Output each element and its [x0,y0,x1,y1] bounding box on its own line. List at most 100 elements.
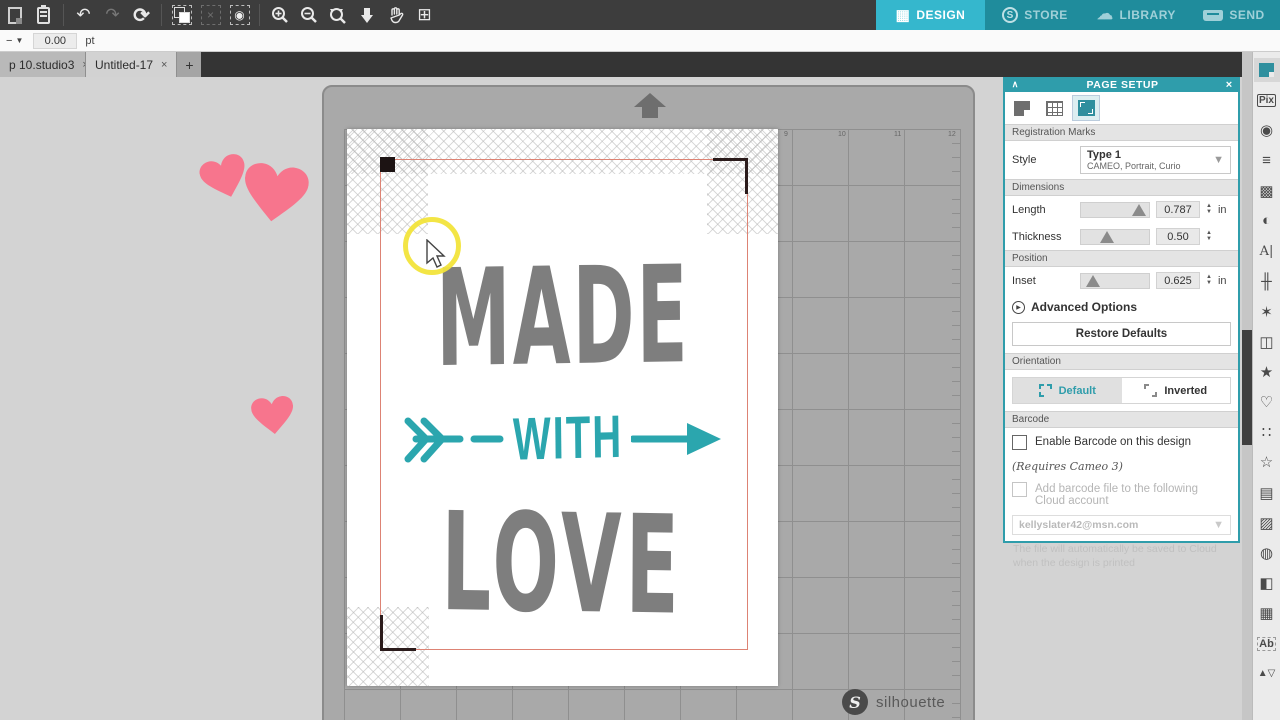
tab-library[interactable]: ☁↓ LIBRARY [1085,0,1188,30]
slider-thumb[interactable] [1132,204,1146,216]
new-tab-button[interactable]: + [177,52,201,77]
zoom-out-icon[interactable] [295,2,322,28]
close-panel-icon[interactable]: × [1220,79,1238,91]
rhinestone-icon: ◍ [1260,544,1273,562]
contrast-icon: ◐ [1262,212,1271,229]
orientation-inverted-button[interactable]: Inverted [1122,378,1231,403]
design-grid-icon: ▦ [896,8,911,23]
page-setup-tool[interactable] [1254,58,1280,82]
new-document-icon[interactable] [1,2,28,28]
refresh-icon[interactable]: ⟳ [128,2,155,28]
slider-thumb[interactable] [1086,275,1100,287]
pan-hand-icon[interactable] [382,2,409,28]
stipple-tool[interactable]: ∷ [1254,420,1280,444]
drag-zoom-icon[interactable] [324,2,351,28]
document-tab-untitled[interactable]: Untitled-17 × [86,52,177,77]
style-row: Style Type 1 CAMEO, Portrait, Curio ▼ [1005,141,1238,179]
line-style-icon: ≡ [1262,152,1271,169]
arrow-head-icon[interactable] [631,419,723,459]
clipboard-icon[interactable] [30,2,57,28]
text-style-tool[interactable]: A| [1254,239,1280,263]
warp-tool[interactable]: ▦ [1254,601,1280,625]
inset-slider[interactable] [1080,273,1150,289]
thickness-stepper[interactable]: ▲▼ [1206,231,1212,242]
style-dropdown[interactable]: Type 1 CAMEO, Portrait, Curio ▼ [1080,146,1231,174]
tab-send[interactable]: SEND [1188,0,1280,30]
offset-tool[interactable]: ★ [1254,360,1280,384]
scrollbar-thumb[interactable] [1242,330,1252,445]
inset-stepper[interactable]: ▲▼ [1206,275,1212,286]
weld-tool[interactable]: ▤ [1254,481,1280,505]
thickness-row: Thickness 0.50 ▲▼ [1005,223,1238,250]
line-style-dropdown[interactable]: − ▼ [6,35,23,47]
heart-shape-small-2[interactable] [250,395,296,437]
redo-icon: ↷ [99,2,126,28]
zoom-selection-icon[interactable] [353,2,380,28]
thickness-slider[interactable] [1080,229,1150,245]
requires-cameo-note: (Requires Cameo 3) [1005,454,1238,475]
transform-tool[interactable]: ╫ [1254,269,1280,293]
line-style-tool[interactable]: ≡ [1254,149,1280,173]
select-by-color-icon[interactable]: ◉ [226,2,253,28]
zoom-in-icon[interactable] [266,2,293,28]
fill-color-tool[interactable]: ◉ [1254,118,1280,142]
replicate-tool[interactable]: ◫ [1254,330,1280,354]
inset-input[interactable]: 0.625 [1156,272,1200,289]
trace-tool[interactable]: ♡ [1254,390,1280,414]
design-text-love[interactable]: LOVE [351,482,774,646]
cloud-save-note: The file will automatically be saved to … [1005,539,1238,574]
nesting-tool[interactable]: ▲▽ [1254,662,1280,686]
deselect-icon: × [197,2,224,28]
length-stepper[interactable]: ▲▼ [1206,204,1212,215]
mat-direction-arrow-icon [629,93,671,119]
tab-store[interactable]: S STORE [985,0,1085,30]
enable-barcode-checkbox[interactable] [1012,435,1027,450]
vertical-scrollbar[interactable] [1242,52,1252,720]
close-icon[interactable]: × [161,59,167,71]
registration-marks-tab[interactable] [1073,96,1099,120]
length-row: Length 0.787 ▲▼ in [1005,196,1238,223]
rhinestone-tool[interactable]: ◍ [1254,541,1280,565]
page-settings-tab[interactable] [1009,96,1035,120]
collapse-panel-icon[interactable]: ∧ [1005,79,1025,90]
tab-design[interactable]: ▦ DESIGN [876,0,985,30]
pixscan-tool[interactable]: Pix [1254,88,1280,112]
tab-store-label: STORE [1024,8,1068,22]
arrow-fletching-icon[interactable] [402,413,506,465]
tool-sidebar: Pix ◉ ≡ ▩ ◐ A| ╫ ✶ ◫ ★ ♡ ∷ ☆ ▤ ▨ ◍ ◧ ▦ A… [1252,52,1280,720]
star-icon: ★ [1260,363,1273,381]
design-text-with[interactable]: WITH [513,404,624,474]
sketch-tool[interactable]: ▨ [1254,511,1280,535]
image-effects-tool[interactable]: ◐ [1254,209,1280,233]
select-all-icon[interactable] [168,2,195,28]
library-cloud-icon: ☁↓ [1097,7,1114,23]
add-barcode-label: Add barcode file to the following Cloud … [1035,482,1231,507]
silhouette-studio-window: ↶ ↷ ⟳ × ◉ ⊞ ▦ DESIGN S STORE [0,0,1280,720]
undo-icon[interactable]: ↶ [70,2,97,28]
fill-pattern-tool[interactable]: ▩ [1254,179,1280,203]
advanced-options-toggle[interactable]: ▶ Advanced Options [1005,294,1238,320]
sketch-hatch-icon: ▨ [1259,514,1273,532]
add-barcode-checkbox [1012,482,1027,497]
offset-star-tool[interactable]: ☆ [1254,450,1280,474]
slider-thumb[interactable] [1100,231,1114,243]
fit-to-window-icon[interactable]: ⊞ [411,2,438,28]
enable-barcode-label: Enable Barcode on this design [1035,435,1191,448]
panel-tabs [1005,92,1238,124]
length-input[interactable]: 0.787 [1156,201,1200,218]
section-barcode: Barcode [1005,411,1238,428]
glyphs-tool[interactable]: Ab [1254,632,1280,656]
modify-tool[interactable]: ✶ [1254,300,1280,324]
add-barcode-row: Add barcode file to the following Cloud … [1005,475,1238,511]
design-page[interactable]: MADE WITH [347,129,778,686]
heart-shape-large[interactable] [239,161,310,227]
grid-settings-tab[interactable] [1041,96,1067,120]
flip-pages-tool[interactable]: ◧ [1254,571,1280,595]
document-tab-studio3[interactable]: p 10.studio3 × [0,52,86,77]
thickness-input[interactable]: 0.50 [1156,228,1200,245]
restore-defaults-button[interactable]: Restore Defaults [1012,322,1231,346]
orientation-default-button[interactable]: Default [1013,378,1122,403]
section-registration-marks: Registration Marks [1005,124,1238,141]
length-slider[interactable] [1080,202,1150,218]
line-weight-input[interactable]: 0.00 [33,33,77,49]
